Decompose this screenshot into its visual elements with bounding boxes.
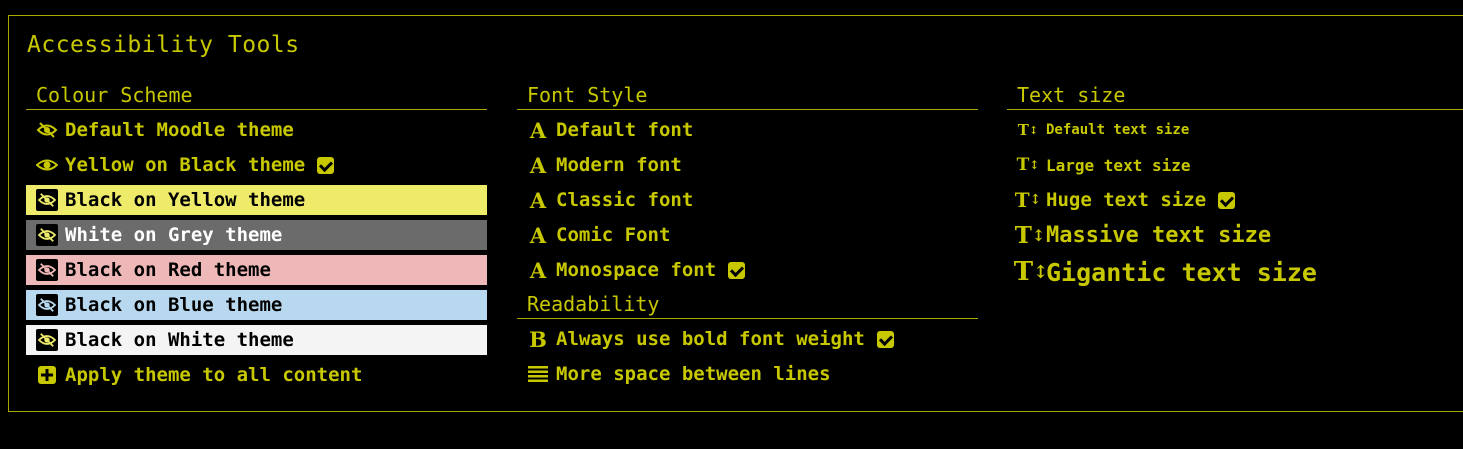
font-monospace[interactable]: A Monospace font xyxy=(517,255,978,285)
eye-icon xyxy=(36,154,58,176)
theme-label: Default Moodle theme xyxy=(65,119,294,141)
text-size-label: Huge text size xyxy=(1046,189,1207,211)
font-label: Monospace font xyxy=(556,259,717,281)
font-comic[interactable]: A Comic Font xyxy=(517,220,978,250)
text-size-icon: T ↕ xyxy=(1017,121,1039,139)
theme-label: Black on Yellow theme xyxy=(65,189,306,211)
colour-scheme-column: Colour Scheme Default Moodle theme Yello… xyxy=(26,82,487,390)
text-size-label: Large text size xyxy=(1046,155,1191,175)
theme-black-on-red[interactable]: Black on Red theme xyxy=(26,255,487,285)
theme-black-on-blue[interactable]: Black on Blue theme xyxy=(26,290,487,320)
theme-icon xyxy=(36,119,58,141)
theme-icon xyxy=(36,294,58,316)
selected-check-icon xyxy=(728,261,746,279)
accessibility-tools-panel: Accessibility Tools Colour Scheme Defaul… xyxy=(8,15,1463,412)
font-default[interactable]: A Default font xyxy=(517,115,978,145)
readability-label: Always use bold font weight xyxy=(556,328,865,350)
font-label: Classic font xyxy=(556,189,694,211)
text-size-icon: T ↕ xyxy=(1014,221,1046,249)
theme-label: Black on Blue theme xyxy=(65,294,283,316)
text-size-huge[interactable]: T ↕ Huge text size xyxy=(1007,185,1463,215)
line-spacing-icon xyxy=(527,363,549,385)
theme-black-on-white[interactable]: Black on White theme xyxy=(26,325,487,355)
apply-theme-label: Apply theme to all content xyxy=(65,364,363,386)
theme-default-moodle[interactable]: Default Moodle theme xyxy=(26,115,487,145)
font-a-icon: A xyxy=(529,187,547,213)
theme-black-on-yellow[interactable]: Black on Yellow theme xyxy=(26,185,487,215)
bold-font-weight[interactable]: B Always use bold font weight xyxy=(517,324,978,354)
readability-label: More space between lines xyxy=(556,363,831,385)
theme-icon xyxy=(36,189,58,211)
bold-b-icon: B xyxy=(529,326,547,352)
theme-label: Yellow on Black theme xyxy=(65,154,306,176)
text-size-icon: T ↕ xyxy=(1013,257,1049,287)
colour-scheme-heading: Colour Scheme xyxy=(26,82,487,110)
font-label: Modern font xyxy=(556,154,682,176)
panel-title: Accessibility Tools xyxy=(27,32,300,58)
text-size-icon: T ↕ xyxy=(1014,188,1042,212)
readability-heading: Readability xyxy=(517,291,978,319)
font-a-icon: A xyxy=(529,152,547,178)
theme-label: Black on Red theme xyxy=(65,259,271,281)
text-size-massive[interactable]: T ↕ Massive text size xyxy=(1007,220,1463,250)
theme-white-on-grey[interactable]: White on Grey theme xyxy=(26,220,487,250)
text-size-label: Gigantic text size xyxy=(1046,257,1317,287)
theme-icon xyxy=(36,259,58,281)
font-modern[interactable]: A Modern font xyxy=(517,150,978,180)
font-style-column: Font Style A Default font A Modern font … xyxy=(517,82,978,389)
theme-label: White on Grey theme xyxy=(65,224,283,246)
apply-theme-all-content[interactable]: Apply theme to all content xyxy=(26,360,487,390)
text-size-heading: Text size xyxy=(1007,82,1463,110)
theme-yellow-on-black[interactable]: Yellow on Black theme xyxy=(26,150,487,180)
font-label: Default font xyxy=(556,119,694,141)
theme-icon xyxy=(36,224,58,246)
text-size-large[interactable]: T ↕ Large text size xyxy=(1007,150,1463,180)
font-a-icon: A xyxy=(529,257,547,283)
text-size-default[interactable]: T ↕ Default text size xyxy=(1007,115,1463,145)
font-label: Comic Font xyxy=(556,224,671,246)
selected-check-icon xyxy=(1218,191,1236,209)
font-style-heading: Font Style xyxy=(517,82,978,110)
selected-check-icon xyxy=(317,156,335,174)
text-size-gigantic[interactable]: T ↕ Gigantic text size xyxy=(1007,255,1463,289)
text-size-label: Massive text size xyxy=(1046,222,1272,248)
text-size-label: Default text size xyxy=(1046,122,1190,138)
text-size-icon: T ↕ xyxy=(1016,155,1040,175)
selected-check-icon xyxy=(876,330,894,348)
font-classic[interactable]: A Classic font xyxy=(517,185,978,215)
line-spacing[interactable]: More space between lines xyxy=(517,359,978,389)
font-a-icon: A xyxy=(529,117,547,143)
text-size-column: Text size T ↕ Default text size T ↕ Large … xyxy=(1007,82,1463,289)
font-a-icon: A xyxy=(529,222,547,248)
theme-label: Black on White theme xyxy=(65,329,294,351)
theme-icon xyxy=(36,329,58,351)
plus-square-icon xyxy=(36,364,58,386)
